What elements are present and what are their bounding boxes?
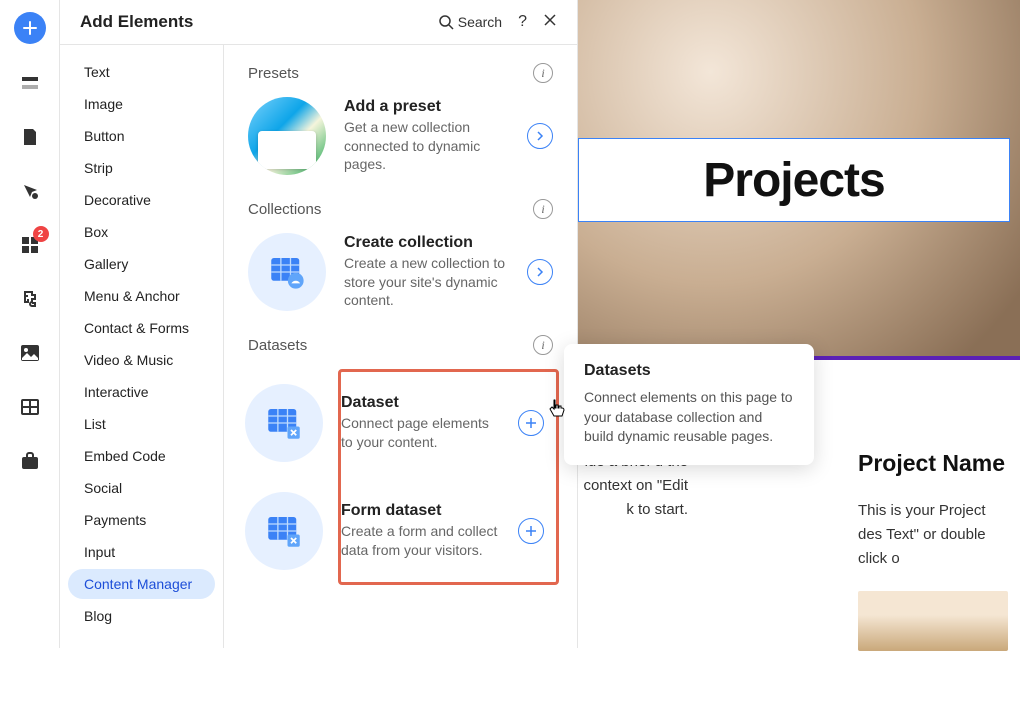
project-image[interactable]	[858, 591, 1008, 651]
preset-card-title: Add a preset	[344, 98, 509, 116]
hero-title[interactable]: Projects	[703, 153, 884, 208]
form-dataset-add-button[interactable]	[518, 518, 544, 544]
form-dataset-card[interactable]: Form dataset Create a form and collect d…	[245, 492, 544, 570]
category-item[interactable]: Button	[68, 121, 215, 151]
help-button[interactable]: ?	[518, 13, 527, 31]
plus-icon	[525, 525, 537, 537]
category-item[interactable]: Embed Code	[68, 441, 215, 471]
design-canvas[interactable]: Projects ide a brief d the context on "E…	[578, 0, 1020, 648]
search-button[interactable]: Search	[438, 14, 502, 30]
category-item[interactable]: Decorative	[68, 185, 215, 215]
datasets-section-title: Datasets	[248, 337, 307, 354]
add-button[interactable]	[14, 12, 46, 44]
collection-card-desc: Create a new collection to store your si…	[344, 254, 509, 311]
plus-icon	[525, 417, 537, 429]
hero-section: Projects	[578, 0, 1020, 360]
panel-header: Add Elements Search ?	[60, 0, 577, 45]
rail-apps-badge: 2	[33, 226, 49, 242]
rail-extensions-icon[interactable]	[15, 284, 45, 314]
close-button[interactable]	[543, 13, 557, 32]
category-item[interactable]: Strip	[68, 153, 215, 183]
sections-area: Presets i Add a preset Get a new collect…	[224, 45, 577, 648]
rail-theme-icon[interactable]	[15, 176, 45, 206]
categories-list: TextImageButtonStripDecorativeBoxGallery…	[60, 45, 224, 648]
dataset-card-title: Dataset	[341, 394, 500, 412]
project-name-heading[interactable]: Project Name	[858, 450, 1008, 477]
category-item[interactable]: Content Manager	[68, 569, 215, 599]
close-icon	[543, 13, 557, 27]
category-item[interactable]: Box	[68, 217, 215, 247]
datasets-info-button[interactable]: i	[533, 335, 553, 355]
dataset-card[interactable]: Dataset Connect page elements to your co…	[245, 384, 544, 462]
presets-info-button[interactable]: i	[533, 63, 553, 83]
left-rail: 2	[0, 0, 60, 648]
dataset-thumb-icon	[245, 384, 323, 462]
preset-arrow-button[interactable]	[527, 123, 553, 149]
add-elements-panel: Add Elements Search ? TextImageButtonStr…	[60, 0, 578, 648]
rail-business-icon[interactable]	[15, 446, 45, 476]
presets-section: Presets i Add a preset Get a new collect…	[248, 63, 553, 175]
preset-thumb-icon	[248, 97, 326, 175]
category-item[interactable]: Text	[68, 57, 215, 87]
add-preset-card[interactable]: Add a preset Get a new collection connec…	[248, 97, 553, 175]
category-item[interactable]: Image	[68, 89, 215, 119]
form-dataset-card-title: Form dataset	[341, 502, 500, 520]
form-dataset-card-desc: Create a form and collect data from your…	[341, 522, 500, 560]
dataset-add-button[interactable]	[518, 410, 544, 436]
form-dataset-thumb-icon	[245, 492, 323, 570]
chevron-right-icon	[535, 131, 545, 141]
category-item[interactable]: Gallery	[68, 249, 215, 279]
collections-section-title: Collections	[248, 201, 321, 218]
tooltip-title: Datasets	[584, 362, 794, 380]
chevron-right-icon	[535, 267, 545, 277]
search-label: Search	[458, 14, 502, 30]
tooltip-desc: Connect elements on this page to your da…	[584, 388, 794, 447]
collection-arrow-button[interactable]	[527, 259, 553, 285]
rail-apps-icon[interactable]: 2	[15, 230, 45, 260]
datasets-highlight: Dataset Connect page elements to your co…	[338, 369, 559, 585]
project-desc-right: This is your Project des Text" or double…	[858, 499, 1008, 571]
datasets-tooltip: Datasets Connect elements on this page t…	[564, 344, 814, 465]
rail-data-icon[interactable]	[15, 392, 45, 422]
category-item[interactable]: Social	[68, 473, 215, 503]
hero-title-frame[interactable]: Projects	[578, 138, 1010, 222]
category-item[interactable]: List	[68, 409, 215, 439]
search-icon	[438, 14, 454, 30]
rail-page-icon[interactable]	[15, 122, 45, 152]
cursor-icon	[548, 398, 566, 423]
datasets-section: Datasets i Dataset Connect page elements…	[248, 335, 553, 585]
category-item[interactable]: Contact & Forms	[68, 313, 215, 343]
collections-info-button[interactable]: i	[533, 199, 553, 219]
category-item[interactable]: Video & Music	[68, 345, 215, 375]
rail-media-icon[interactable]	[15, 338, 45, 368]
panel-title: Add Elements	[80, 12, 193, 32]
collections-section: Collections i Create collection Create a…	[248, 199, 553, 311]
create-collection-card[interactable]: Create collection Create a new collectio…	[248, 233, 553, 311]
collection-thumb-icon	[248, 233, 326, 311]
category-item[interactable]: Payments	[68, 505, 215, 535]
preset-card-desc: Get a new collection connected to dynami…	[344, 118, 509, 175]
category-item[interactable]: Interactive	[68, 377, 215, 407]
collection-card-title: Create collection	[344, 234, 509, 252]
rail-strip-icon[interactable]	[15, 68, 45, 98]
category-item[interactable]: Input	[68, 537, 215, 567]
category-item[interactable]: Blog	[68, 601, 215, 631]
dataset-card-desc: Connect page elements to your content.	[341, 414, 500, 452]
category-item[interactable]: Menu & Anchor	[68, 281, 215, 311]
presets-section-title: Presets	[248, 65, 299, 82]
